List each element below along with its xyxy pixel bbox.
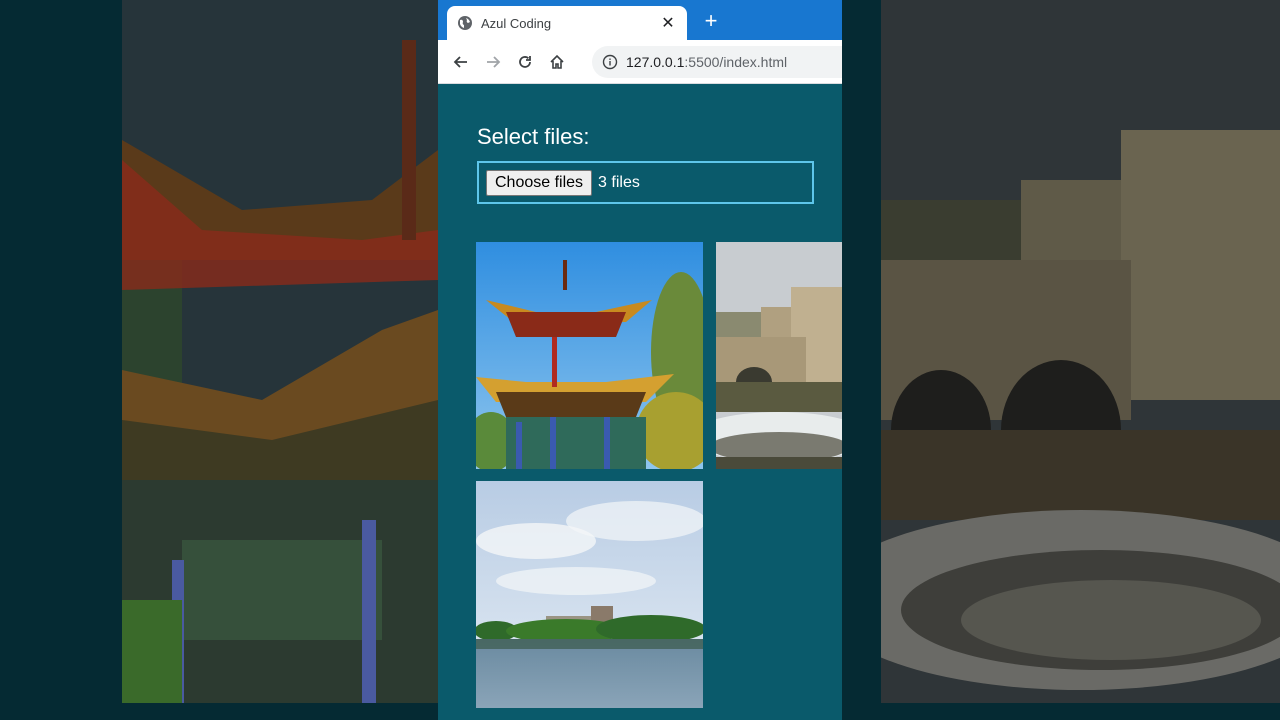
info-icon[interactable] [602,54,618,70]
back-arrow-icon[interactable] [450,51,472,73]
new-tab-button[interactable]: + [700,10,722,32]
close-icon[interactable]: ✕ [659,14,677,32]
background-bridge-image [881,0,1280,703]
preview-image-pagoda [476,242,703,469]
reload-icon[interactable] [514,51,536,73]
choose-files-button[interactable]: Choose files [486,169,593,196]
home-icon[interactable] [546,51,568,73]
page-heading: Select files: [477,124,590,149]
browser-window: Azul Coding ✕ + 127.0.0.1:5500/index.htm… [438,0,842,720]
preview-image-bridge [716,242,842,469]
preview-image-lake [476,481,703,708]
tab-title: Azul Coding [481,15,552,31]
url-host: 127.0.0.1 [626,53,685,70]
file-count-label: 3 files [598,173,640,191]
globe-icon [457,15,473,31]
url-path: :5500/index.html [684,53,788,70]
page-content: Select files: Choose files 3 files [438,84,842,720]
forward-arrow-icon[interactable] [482,51,504,73]
background-pagoda-image [122,0,438,703]
tab-azul-coding[interactable]: Azul Coding ✕ [447,6,687,40]
address-bar[interactable]: 127.0.0.1:5500/index.html [592,45,842,78]
tab-strip: Azul Coding ✕ + [438,0,842,40]
file-input[interactable]: Choose files 3 files [477,161,814,204]
url-text: 127.0.0.1:5500/index.html [626,54,787,70]
browser-toolbar: 127.0.0.1:5500/index.html [438,40,842,84]
